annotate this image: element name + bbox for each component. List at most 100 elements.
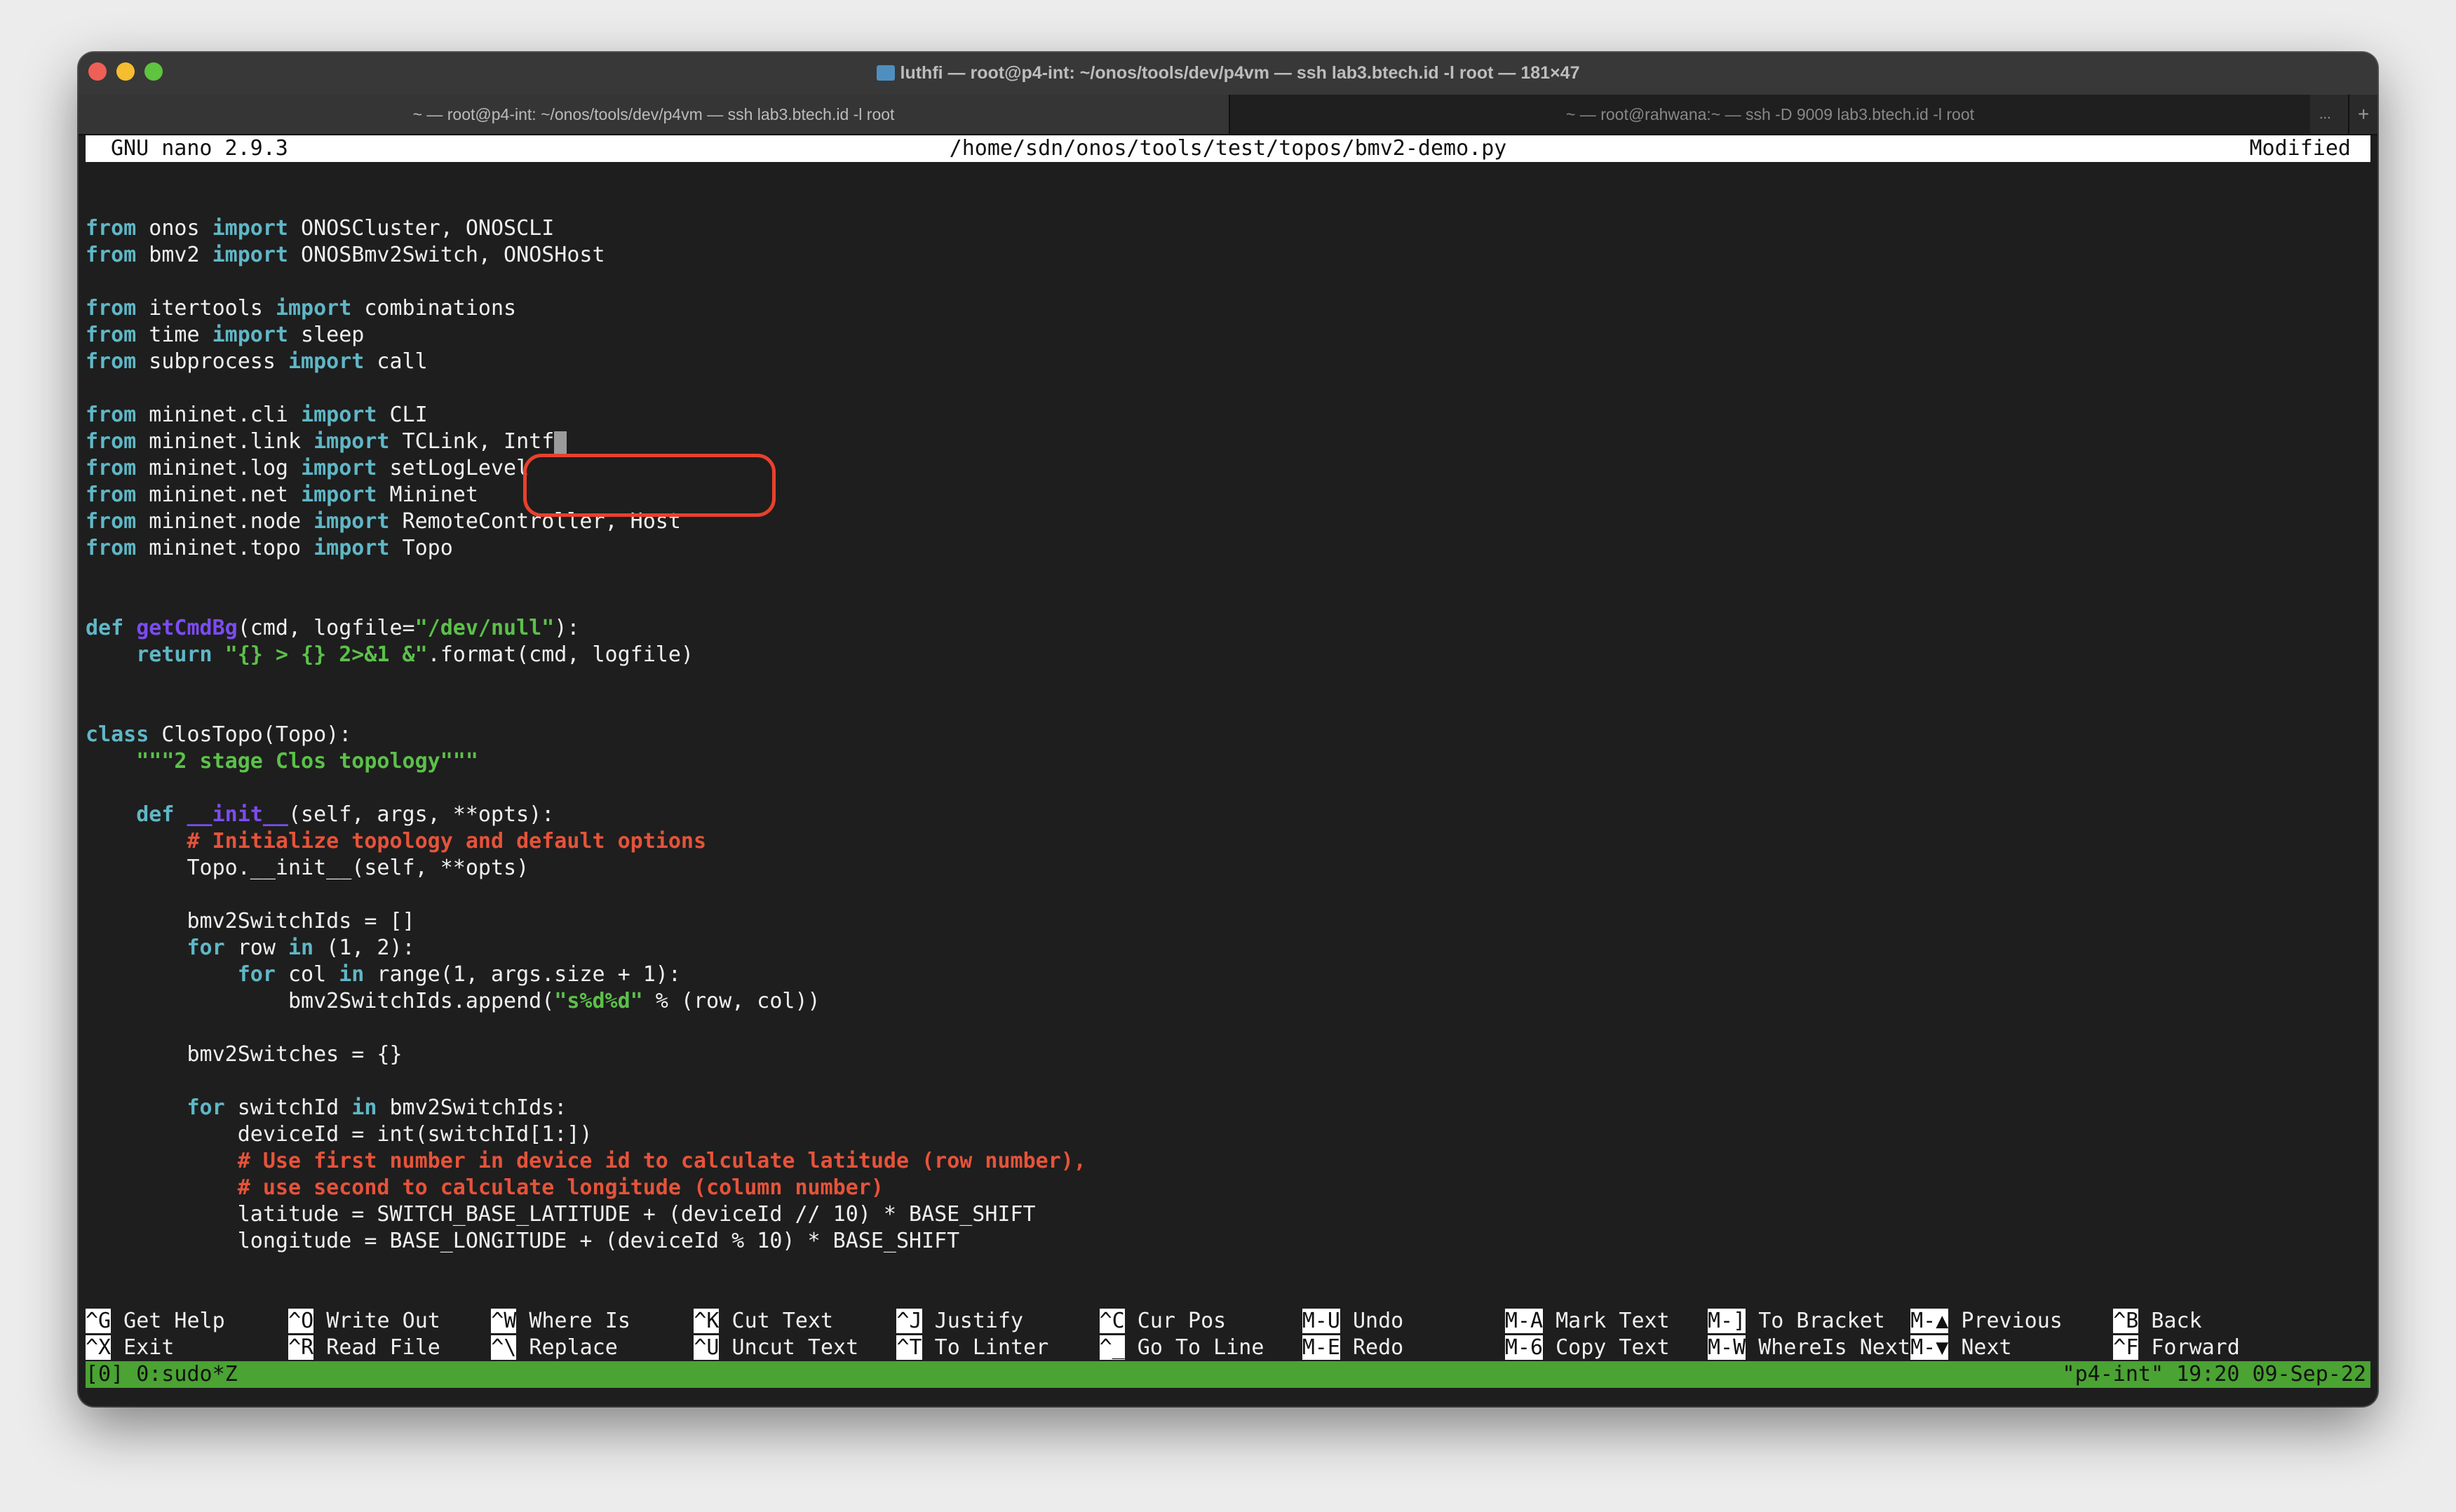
- code-text: deviceId = int(switchId[1:]): [86, 1122, 593, 1147]
- shortcut-cur-pos[interactable]: ^C Cur Pos: [1099, 1308, 1226, 1335]
- title-bar[interactable]: luthfi — root@p4-int: ~/onos/tools/dev/p…: [79, 53, 2377, 95]
- shortcut-exit[interactable]: ^X Exit: [86, 1335, 174, 1361]
- shortcut-key: ^G: [86, 1309, 112, 1333]
- string-literal: "{} > {} 2>&1 &": [224, 642, 428, 667]
- keyword: import: [288, 349, 365, 374]
- tmux-window-list[interactable]: [0] 0:sudo*Z: [86, 1361, 238, 1388]
- tab-rahwana[interactable]: ~ — root@rahwana:~ — ssh -D 9009 lab3.bt…: [1229, 95, 2310, 134]
- shortcut-whereis-next[interactable]: M-W WhereIs Next: [1707, 1335, 1910, 1361]
- shortcut-redo[interactable]: M-E Redo: [1302, 1335, 1403, 1361]
- code-line[interactable]: latitude = SWITCH_BASE_LATITUDE + (devic…: [86, 1201, 2370, 1228]
- code-line[interactable]: [86, 588, 2370, 615]
- shortcut-go-to-line[interactable]: ^_ Go To Line: [1099, 1335, 1264, 1361]
- code-text: range(1, args.size + 1):: [364, 962, 681, 987]
- shortcut-get-help[interactable]: ^G Get Help: [86, 1308, 225, 1335]
- shortcut-label: Next: [1948, 1335, 2012, 1360]
- code-line[interactable]: [86, 562, 2370, 588]
- code-line[interactable]: [86, 775, 2370, 802]
- annotation-highlight-box: [523, 454, 776, 517]
- tab-overflow-button[interactable]: ...: [2319, 95, 2331, 134]
- code-line[interactable]: from mininet.log import setLogLevel: [86, 455, 2370, 482]
- shortcut-write-out[interactable]: ^O Write Out: [288, 1308, 440, 1335]
- shortcut-replace[interactable]: ^\ Replace: [491, 1335, 618, 1361]
- code-line[interactable]: from itertools import combinations: [86, 295, 2370, 322]
- shortcut-to-linter[interactable]: ^T To Linter: [896, 1335, 1048, 1361]
- code-line[interactable]: [86, 668, 2370, 695]
- shortcut-label: Go To Line: [1124, 1335, 1264, 1360]
- shortcut-next[interactable]: M-▼ Next: [1910, 1335, 2012, 1361]
- code-text: Mininet: [377, 482, 478, 507]
- keyword: import: [301, 403, 377, 427]
- code-line[interactable]: from bmv2 import ONOSBmv2Switch, ONOSHos…: [86, 242, 2370, 269]
- code-line[interactable]: from mininet.cli import CLI: [86, 402, 2370, 428]
- code-text: ClosTopo(Topo):: [149, 722, 352, 747]
- code-line[interactable]: Topo.__init__(self, **opts): [86, 855, 2370, 882]
- code-line[interactable]: from mininet.node import RemoteControlle…: [86, 508, 2370, 535]
- code-line[interactable]: [86, 1068, 2370, 1095]
- shortcut-mark-text[interactable]: M-A Mark Text: [1504, 1308, 1670, 1335]
- code-line[interactable]: [86, 695, 2370, 722]
- code-line[interactable]: # Use first number in device id to calcu…: [86, 1148, 2370, 1175]
- code-line[interactable]: bmv2SwitchIds = []: [86, 908, 2370, 935]
- code-line[interactable]: [86, 1255, 2370, 1281]
- code-line[interactable]: from onos import ONOSCluster, ONOSCLI: [86, 215, 2370, 242]
- tab-p4-int[interactable]: ~ — root@p4-int: ~/onos/tools/dev/p4vm —…: [79, 95, 1229, 134]
- window-title-text: luthfi — root@p4-int: ~/onos/tools/dev/p…: [900, 63, 1580, 83]
- code-line[interactable]: [86, 189, 2370, 215]
- code-text: subprocess: [136, 349, 288, 374]
- code-line[interactable]: from subprocess import call: [86, 349, 2370, 375]
- code-line[interactable]: from mininet.net import Mininet: [86, 482, 2370, 508]
- folder-icon: [876, 65, 895, 81]
- modified-indicator: Modified: [2249, 136, 2352, 161]
- code-line[interactable]: [86, 1281, 2370, 1308]
- shortcut-forward[interactable]: ^F Forward: [2113, 1335, 2240, 1361]
- shortcut-where-is[interactable]: ^W Where Is: [491, 1308, 630, 1335]
- code-line[interactable]: [86, 162, 2370, 189]
- code-line[interactable]: def getCmdBg(cmd, logfile="/dev/null"):: [86, 615, 2370, 642]
- keyword: return: [136, 642, 212, 667]
- code-line[interactable]: longitude = BASE_LONGITUDE + (deviceId %…: [86, 1228, 2370, 1255]
- code-line[interactable]: from time import sleep: [86, 322, 2370, 349]
- keyword: from: [86, 349, 137, 374]
- code-line[interactable]: for switchId in bmv2SwitchIds:: [86, 1095, 2370, 1121]
- shortcut-previous[interactable]: M-▲ Previous: [1910, 1308, 2063, 1335]
- shortcut-to-bracket[interactable]: M-] To Bracket: [1707, 1308, 1885, 1335]
- keyword: import: [212, 323, 288, 347]
- code-line[interactable]: [86, 375, 2370, 402]
- shortcut-justify[interactable]: ^J Justify: [896, 1308, 1023, 1335]
- shortcut-back[interactable]: ^B Back: [2113, 1308, 2202, 1335]
- shortcut-row: ^X Exit ^R Read File ^\ Replace ^U Uncut Te…: [86, 1335, 2370, 1361]
- shortcut-uncut-text[interactable]: ^U Uncut Text: [694, 1335, 858, 1361]
- code-line[interactable]: for col in range(1, args.size + 1):: [86, 961, 2370, 988]
- code-line[interactable]: from mininet.link import TCLink, Intf: [86, 428, 2370, 455]
- code-line[interactable]: def __init__(self, args, **opts):: [86, 802, 2370, 828]
- code-line[interactable]: return "{} > {} 2>&1 &".format(cmd, logf…: [86, 642, 2370, 668]
- code-line[interactable]: bmv2SwitchIds.append("s%d%d" % (row, col…: [86, 988, 2370, 1015]
- code-line[interactable]: """2 stage Clos topology""": [86, 748, 2370, 775]
- shortcut-key: ^C: [1099, 1309, 1125, 1333]
- code-line[interactable]: class ClosTopo(Topo):: [86, 722, 2370, 748]
- terminal-content[interactable]: GNU nano 2.9.3 /home/sdn/onos/tools/test…: [86, 135, 2370, 1388]
- shortcut-undo[interactable]: M-U Undo: [1302, 1308, 1403, 1335]
- string-literal: """2 stage Clos topology""": [136, 749, 478, 774]
- code-line[interactable]: [86, 1015, 2370, 1041]
- code-line[interactable]: from mininet.topo import Topo: [86, 535, 2370, 562]
- code-line[interactable]: deviceId = int(switchId[1:]): [86, 1121, 2370, 1148]
- new-tab-button[interactable]: +: [2348, 95, 2369, 134]
- shortcut-read-file[interactable]: ^R Read File: [288, 1335, 440, 1361]
- shortcut-copy-text[interactable]: M-6 Copy Text: [1504, 1335, 1670, 1361]
- code-line[interactable]: # Initialize topology and default option…: [86, 828, 2370, 855]
- code-line[interactable]: bmv2Switches = {}: [86, 1041, 2370, 1068]
- code-line[interactable]: [86, 882, 2370, 908]
- keyword: from: [86, 482, 137, 507]
- shortcut-label: Justify: [922, 1309, 1024, 1333]
- code-editor[interactable]: from onos import ONOSCluster, ONOSCLI fro…: [86, 162, 2370, 1308]
- code-line[interactable]: for row in (1, 2):: [86, 935, 2370, 961]
- keyword: for: [187, 1095, 225, 1120]
- keyword: from: [86, 509, 137, 534]
- code-line[interactable]: [86, 269, 2370, 295]
- shortcut-cut-text[interactable]: ^K Cut Text: [694, 1308, 833, 1335]
- code-line[interactable]: # use second to calculate longitude (col…: [86, 1175, 2370, 1201]
